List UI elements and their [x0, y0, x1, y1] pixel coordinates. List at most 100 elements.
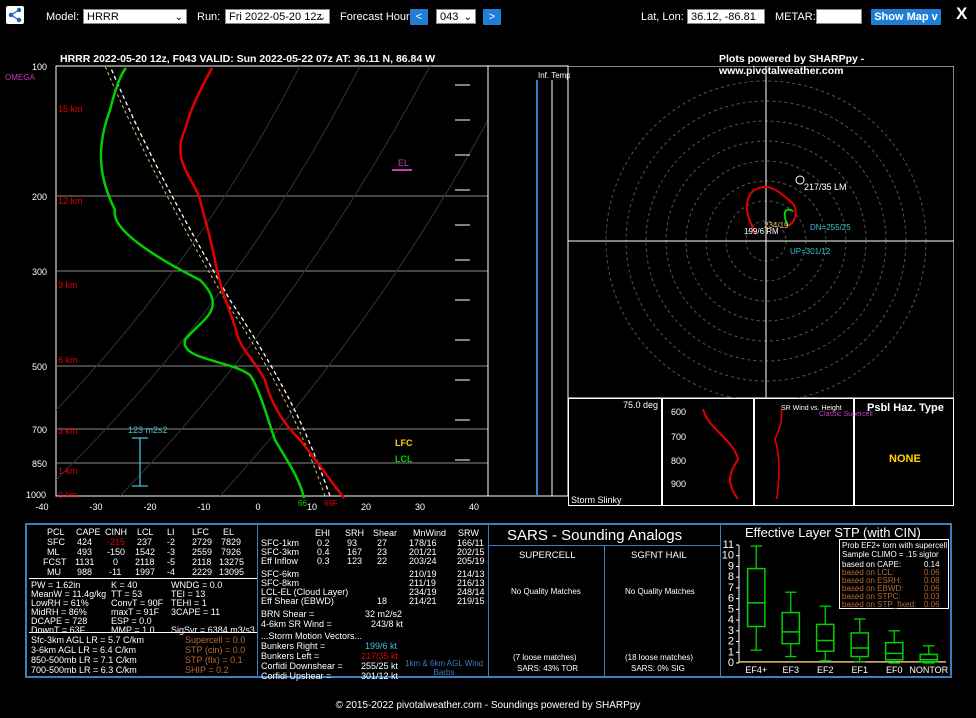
cell: MU: [47, 567, 61, 577]
category-label: EF3: [782, 665, 799, 675]
run-select[interactable]: Fri 2022-05-20 12z ⌄: [225, 9, 330, 24]
next-hour-button[interactable]: >: [483, 9, 501, 25]
cell: SFC: [47, 537, 65, 547]
y-tick-label: 10: [722, 550, 734, 562]
box: [746, 567, 766, 628]
barb-label: 1km & 6km AGL Wind Barbs: [405, 659, 483, 677]
hazard-title: Psbl Haz. Type: [867, 402, 944, 414]
p-1000: 1000: [26, 490, 46, 500]
chevron-down-icon: ⌄: [463, 12, 472, 23]
cell: -215: [107, 537, 126, 547]
cell: 7926: [221, 547, 242, 557]
col-header: MnWind: [413, 528, 447, 538]
vector-title: ...Storm Motion Vectors...: [261, 631, 363, 641]
category-label: EF2: [817, 665, 834, 675]
run-value: Fri 2022-05-20 12z: [229, 11, 322, 23]
y-tick-label: 7: [728, 582, 734, 594]
t-m10: -10: [197, 502, 210, 512]
box: [815, 623, 835, 652]
y-tick-label: 1: [728, 646, 734, 658]
lapse-value: Sfc-3km AGL LR = 5.7 C/km: [31, 635, 144, 645]
show-map-button[interactable]: Show Map v: [871, 9, 941, 25]
vector-label: Corfidi Upshear =: [261, 671, 332, 681]
cell: 2118: [135, 557, 155, 567]
cell: -11: [109, 567, 122, 577]
sc-no-match: No Quality Matches: [511, 587, 581, 596]
comp-value: STP (cin) = 0.0: [185, 645, 246, 655]
srw46-label: 4-6km SR Wind =: [261, 619, 332, 629]
cell: -3: [167, 547, 176, 557]
cell: 205/19: [457, 556, 485, 566]
y-tick-label: 3: [728, 625, 734, 637]
sfc-dew-label: 66: [298, 499, 307, 508]
t-m30: -30: [89, 502, 102, 512]
cell: 2229: [192, 567, 213, 577]
close-icon[interactable]: X: [956, 4, 967, 24]
slinky-angle: 75.0 deg: [623, 400, 659, 410]
hodo-dn: DN=255/25: [810, 223, 851, 232]
stp-prob-box: Prob EF2+ torn with supercell Sample CLI…: [839, 539, 949, 609]
hodo-rm: 199/6 RM: [744, 227, 779, 236]
height-6km: 6 km: [58, 355, 78, 365]
table-row: SFC 424 -215 237 -2 2729 7829: [29, 537, 257, 547]
forecast-hour-select[interactable]: 043 ⌄: [436, 9, 476, 24]
metar-input[interactable]: [816, 9, 862, 24]
prev-hour-button[interactable]: <: [410, 9, 428, 25]
box: [850, 632, 870, 658]
y-tick-label: 2: [728, 636, 734, 648]
sars-hail: SGFNT HAIL: [631, 550, 687, 561]
sfc-temp-label: 69F: [324, 499, 338, 508]
model-select[interactable]: HRRR ⌄: [83, 9, 187, 24]
col-header: CAPE: [76, 527, 101, 537]
latlon-input[interactable]: 36.12, -86.81: [687, 9, 765, 24]
p-100: 100: [32, 62, 47, 72]
cell: 219/15: [457, 596, 485, 606]
omega-label: OMEGA: [5, 73, 35, 82]
height-0km: 0 km: [58, 490, 78, 500]
theta-e-panel: 600 700 800 900: [662, 398, 754, 506]
lcl-label: LCL: [395, 454, 413, 464]
t-m20: -20: [143, 502, 156, 512]
cell: FCST: [43, 557, 67, 567]
cell: 1542: [135, 547, 156, 557]
category-label: EF0: [886, 665, 903, 675]
col-header: SRW: [458, 528, 479, 538]
vector-value: 199/6 kt: [365, 641, 398, 651]
vector-label: Bunkers Right =: [261, 641, 326, 651]
metar-label: METAR:: [775, 11, 816, 23]
height-9km: 9 km: [58, 280, 78, 290]
vector-label: Bunkers Left =: [261, 651, 320, 661]
skewt-diagram: 15 km 12 km 9 km 6 km 3 km 1 km 0 km 100…: [5, 62, 570, 512]
hail-loose: (18 loose matches): [625, 653, 694, 662]
y-tick-label: 0: [728, 657, 734, 669]
prob-title: Prob EF2+ torn with supercell: [842, 541, 948, 550]
share-icon[interactable]: [6, 6, 24, 24]
cell: 493: [77, 547, 93, 557]
stp-panel: Effective Layer STP (with CIN) 012345678…: [721, 525, 950, 676]
table-row: MU 988 -11 1997 -4 2229 13095: [29, 567, 257, 577]
y-tick-label: 4: [728, 614, 734, 626]
sigsvr-value: SigSvr = 6384 m3/s3: [171, 625, 255, 635]
cell: 18: [377, 596, 388, 606]
row-label: Eff Shear (EBWD): [261, 596, 334, 606]
index-value: 3CAPE = 11: [171, 607, 221, 617]
srw46-value: 243/8 kt: [371, 619, 404, 629]
latlon-label: Lat, Lon:: [641, 11, 684, 23]
chevron-down-icon: ⌄: [317, 12, 326, 23]
category-label: NONTOR: [909, 665, 948, 675]
index-value: MMP = 1.0: [111, 625, 155, 635]
comp-value: Supercell = 0.0: [185, 635, 246, 645]
hodograph: 217/35 LM 234/19 199/6 RM DN=255/25 UP=3…: [568, 66, 954, 398]
cell: 0.3: [317, 556, 330, 566]
cell: ML: [47, 547, 60, 557]
y-tick-label: 5: [728, 603, 734, 615]
t-10: 10: [307, 502, 317, 512]
slinky-label: Storm Slinky: [571, 495, 622, 505]
cell: 13095: [219, 567, 245, 577]
t-20: 20: [361, 502, 371, 512]
prob-value: 0.06: [924, 600, 940, 609]
row-label: Eff Inflow: [261, 556, 298, 566]
category-label: EF1: [851, 665, 868, 675]
col-header: CINH: [105, 527, 127, 537]
parcel-table: PCL CAPE CINH LCL LI LFC EL SFC 424 -215…: [29, 527, 257, 577]
